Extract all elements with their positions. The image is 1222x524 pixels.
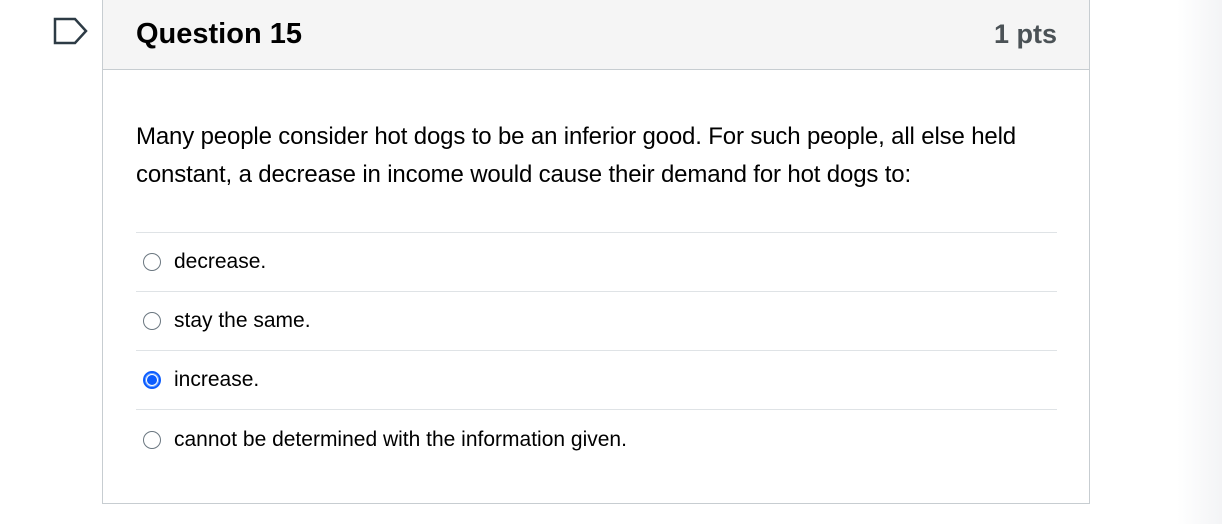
answer-option[interactable]: stay the same. (136, 292, 1057, 351)
question-title: Question 15 (136, 18, 302, 50)
flag-question-icon[interactable] (53, 17, 89, 45)
answer-label: decrease. (174, 250, 267, 273)
answer-option[interactable]: increase. (136, 351, 1057, 410)
question-card: Question 15 1 pts Many people consider h… (102, 0, 1090, 504)
radio-button[interactable] (143, 253, 161, 271)
answer-option[interactable]: decrease. (136, 233, 1057, 292)
right-panel-edge (1177, 0, 1222, 524)
answer-list: decrease. stay the same. increase. canno… (136, 232, 1057, 469)
answer-label: stay the same. (174, 309, 311, 332)
radio-button[interactable] (143, 312, 161, 330)
question-header: Question 15 1 pts (103, 0, 1089, 70)
answer-label: increase. (174, 368, 260, 391)
answer-option[interactable]: cannot be determined with the informatio… (136, 410, 1057, 469)
radio-button[interactable] (143, 430, 161, 449)
question-points: 1 pts (993, 19, 1057, 49)
question-body: Many people consider hot dogs to be an i… (103, 70, 1089, 469)
question-text: Many people consider hot dogs to be an i… (136, 123, 1016, 188)
answer-label: cannot be determined with the informatio… (174, 427, 627, 451)
radio-button[interactable] (143, 371, 161, 389)
